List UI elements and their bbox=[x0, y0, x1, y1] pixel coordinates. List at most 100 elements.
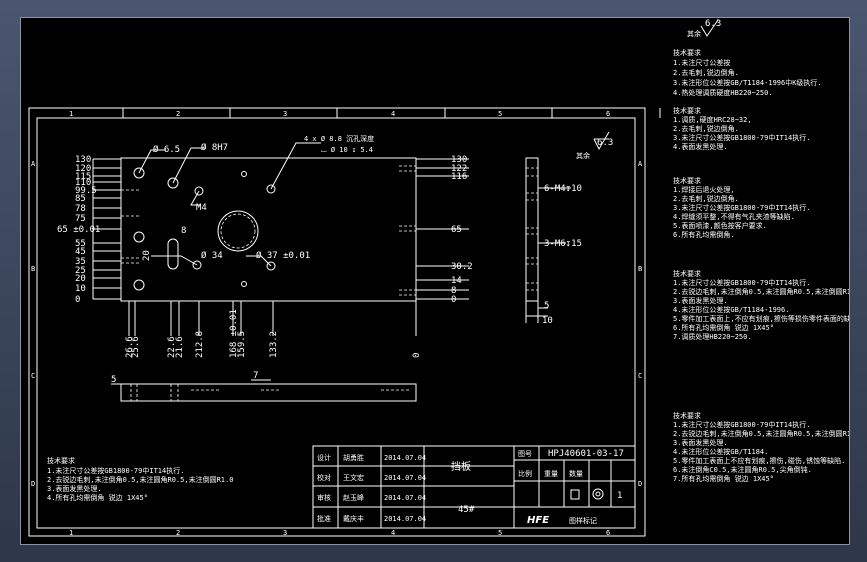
border-mark-left: B bbox=[31, 265, 35, 273]
title-date: 2014.07.04 bbox=[384, 494, 426, 502]
tech-req-note: 2.去锐边毛刺,未注倒角0.5,未注圆角R0.5,未注倒圆R1.0 bbox=[47, 475, 233, 484]
right-note-line: 5.零件加工表面上,不应有划痕,擦伤等损伤零件表面的缺陷. bbox=[673, 314, 849, 323]
dimension-left: 20 bbox=[75, 274, 86, 284]
right-note-line: 3.表面发黑处理. bbox=[673, 296, 728, 305]
right-note-line: 3.未注尺寸公差按GB1800-79中IT14执行. bbox=[673, 203, 810, 212]
right-note-line: 2.去毛刺,锐边倒角. bbox=[673, 68, 739, 77]
right-note-line: 3.未注形位公差按GB/T1184-1996中K级执行. bbox=[673, 78, 822, 87]
side-view-holes bbox=[526, 167, 538, 291]
dimension-left: 10 bbox=[75, 284, 86, 294]
right-note-line: 1.焊接后退火处理, bbox=[673, 185, 735, 194]
right-note-line: 7.所有孔均需倒角 锐边 1X45° bbox=[673, 474, 774, 483]
surface-finish-value: 6.3 bbox=[597, 138, 613, 148]
border-mark-top: 5 bbox=[498, 110, 502, 118]
right-note-line: 4.未注形位公差按GB/T1184. bbox=[673, 447, 768, 456]
header-cell: 数量 bbox=[569, 469, 583, 478]
right-note-line: 1.未注尺寸公差按GB1800-79中IT14执行. bbox=[673, 278, 810, 287]
large-bore-inner bbox=[220, 213, 256, 249]
right-note-line: 1.未注尺寸公差按GB1800-79中IT14执行. bbox=[673, 420, 810, 429]
bottom-extension-lines bbox=[128, 301, 417, 336]
count: 1 bbox=[617, 491, 622, 501]
right-note-line: 4.未注形位公差按GB/T1184-1996. bbox=[673, 305, 789, 314]
dimension-right: 0 bbox=[451, 295, 456, 305]
dimension-callout: 6-M4↧10 bbox=[544, 184, 582, 194]
dimension-callout: 7 bbox=[253, 371, 258, 381]
dimension-right: 65 bbox=[451, 225, 462, 235]
border-mark-bottom: 4 bbox=[391, 529, 395, 537]
tech-req-note: 3.表面发黑处理. bbox=[47, 484, 102, 493]
dimension-callout: Ø 6.5 bbox=[153, 144, 180, 155]
plate-front-view bbox=[120, 157, 417, 302]
plate-side-view bbox=[525, 157, 539, 302]
leader-line bbox=[270, 142, 321, 190]
right-note-line: 2.去锐边毛刺,未注倒角0.5,未注圆角R0.5,未注倒圆R1.0 bbox=[673, 429, 849, 438]
slot bbox=[167, 238, 179, 270]
dimension-callout: M4 bbox=[196, 203, 207, 213]
leader-line bbox=[151, 255, 198, 266]
border-mark-bottom: 5 bbox=[498, 529, 502, 537]
title-label: 设计 bbox=[317, 453, 331, 462]
right-note-line: 技术要求 bbox=[673, 176, 701, 185]
header-cell: 图号 bbox=[518, 450, 532, 458]
header-cell: 比例 bbox=[518, 469, 532, 478]
dimension-right: 116 bbox=[451, 172, 467, 182]
dimension-left: 45 bbox=[75, 247, 86, 257]
dimension-callout: 3-M6↧15 bbox=[544, 239, 582, 249]
border-mark-top: 2 bbox=[176, 110, 180, 118]
title-name: 赵玉峰 bbox=[343, 493, 364, 502]
company-logo: HFE bbox=[527, 515, 549, 526]
projection-symbol bbox=[595, 491, 601, 497]
dimension-callout: ⌴ Ø 10 ↧ 5.4 bbox=[321, 146, 373, 154]
dimension-bottom: 133.2 bbox=[269, 331, 279, 358]
border-mark-right: C bbox=[638, 372, 642, 380]
tech-req-note: 4.所有孔均需倒角 锐边 1X45° bbox=[47, 493, 148, 502]
dimension-callout: Ø 37 ±0.01 bbox=[256, 250, 310, 261]
drawing-number: HPJ40601-03-17 bbox=[548, 449, 624, 459]
border-mark-bottom: 2 bbox=[176, 529, 180, 537]
dimension-callout: 20 bbox=[142, 250, 152, 261]
hole bbox=[133, 279, 145, 291]
title-date: 2014.07.04 bbox=[384, 474, 426, 482]
border-mark-bottom: 3 bbox=[283, 529, 287, 537]
dimension-left: 0 bbox=[75, 295, 80, 305]
title-name: 胡勇胜 bbox=[343, 453, 364, 462]
border-mark-top: 6 bbox=[606, 110, 610, 118]
right-note-line: 6.所有孔均需倒角 锐边 1X45° bbox=[673, 323, 774, 332]
border-mark-bottom: 1 bbox=[69, 529, 73, 537]
right-note-line: 2.去毛刺,锐边倒角. bbox=[673, 194, 739, 203]
top-view-holes bbox=[130, 384, 411, 401]
right-note-line: 技术要求 bbox=[673, 106, 701, 115]
hole bbox=[133, 231, 145, 243]
title-label: 批准 bbox=[317, 514, 331, 523]
right-note-line: 6.未注倒角C0.5,未注圆角R0.5,尖角倒钝. bbox=[673, 465, 812, 474]
dimension-left: 65 ±0.01 bbox=[57, 225, 100, 235]
border-mark-left: A bbox=[31, 160, 36, 168]
border-mark-top: 3 bbox=[283, 110, 287, 118]
border-mark-left: D bbox=[31, 480, 35, 488]
right-note-line: 3.未注尺寸公差按GB1800-79中IT14执行. bbox=[673, 133, 810, 142]
border-mark-top: 4 bbox=[391, 110, 395, 118]
dimension-callout: 4 x Ø 8.8 沉孔深度 bbox=[304, 134, 374, 143]
right-note-line: 技术要求 bbox=[673, 411, 701, 420]
dimension-left: 75 bbox=[75, 214, 86, 224]
right-note-line: 技术要求 bbox=[673, 48, 701, 57]
dimension-left: 78 bbox=[75, 204, 86, 214]
dimension-right: 30.2 bbox=[451, 262, 473, 272]
tech-req-note: 1.未注尺寸公差按GB1800-79中IT14执行. bbox=[47, 466, 184, 475]
border-mark-left: C bbox=[31, 372, 35, 380]
surface-finish-note: 其余 bbox=[576, 151, 590, 160]
border-mark-right: B bbox=[638, 265, 642, 273]
border-mark-bottom: 6 bbox=[606, 529, 610, 537]
border-mark-top: 1 bbox=[69, 110, 73, 118]
right-note-line: 2.去锐边毛刺,未注倒角0.5,未注圆角R0.5,未注倒圆R1.0 bbox=[673, 287, 849, 296]
dimension-left: 85 bbox=[75, 194, 86, 204]
dimension-bottom: 0 bbox=[412, 353, 422, 358]
title-label: 审核 bbox=[317, 493, 331, 502]
title-date: 2014.07.04 bbox=[384, 454, 426, 462]
right-note-line: 1.未注尺寸公差按 bbox=[673, 58, 730, 67]
large-bore bbox=[217, 210, 259, 252]
cad-canvas[interactable]: 1 2 3 4 5 6 1 2 3 4 5 6 A A B B C C D D 130 120 115 110 99.5 85 78… bbox=[20, 17, 850, 545]
title-label: 校对 bbox=[317, 473, 331, 482]
right-note-line: 2.去毛刺,锐边倒角. bbox=[673, 124, 739, 133]
right-note-line: 5.零件加工表面上不应有划痕,擦伤,碰伤,锈蚀等缺陷. bbox=[673, 456, 845, 465]
